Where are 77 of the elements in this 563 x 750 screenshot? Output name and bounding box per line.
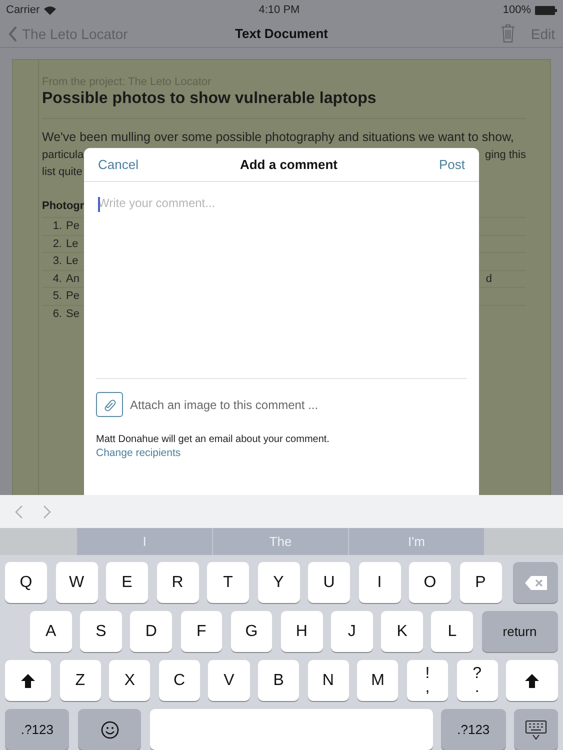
paragraph-text: list quite — [42, 165, 82, 180]
letter-key[interactable]: T — [207, 562, 249, 603]
letter-key[interactable]: X — [109, 660, 150, 701]
punctuation-key[interactable]: ? . — [456, 660, 498, 701]
battery-icon — [534, 6, 557, 14]
list-number: 2. — [52, 236, 63, 252]
letter-key[interactable]: A — [30, 611, 72, 652]
letter-key[interactable]: P — [460, 562, 502, 603]
trash-icon[interactable] — [500, 24, 515, 43]
paragraph-text: We've been mulling over some possible photography and situations we want to show, — [42, 129, 514, 146]
keyboard-icon — [525, 720, 548, 740]
dialog-title: Add a comment — [240, 157, 338, 172]
numbers-key[interactable]: .?123 — [441, 709, 506, 750]
list-number: 4. — [52, 272, 63, 286]
carrier-label: Carrier — [6, 4, 40, 16]
letter-key[interactable]: W — [56, 562, 98, 603]
notification-text: Matt Donahue will get an email about your comment. — [96, 434, 330, 445]
letter-key[interactable]: J — [331, 611, 373, 652]
letter-key[interactable]: N — [308, 660, 349, 701]
attach-button[interactable] — [96, 392, 123, 417]
emoji-key[interactable] — [78, 709, 142, 750]
numbers-key[interactable]: .?123 — [5, 709, 70, 750]
battery-percentage: 100% — [502, 4, 531, 16]
letter-key[interactable]: L — [431, 611, 474, 652]
letter-key[interactable]: Z — [60, 660, 101, 701]
cancel-button[interactable]: Cancel — [98, 157, 138, 172]
hide-keyboard-key[interactable] — [514, 709, 558, 750]
wifi-icon — [44, 6, 56, 14]
letter-key[interactable]: I — [358, 562, 400, 603]
letter-key[interactable]: U — [308, 562, 350, 603]
list-number: 1. — [52, 219, 63, 234]
letter-key[interactable]: Y — [258, 562, 300, 603]
paperclip-icon — [103, 398, 116, 412]
letter-key[interactable]: C — [158, 660, 200, 701]
list-item-text: Se — [66, 306, 80, 322]
section-heading: Photogr — [42, 200, 84, 212]
paragraph-text: ging this — [485, 148, 526, 162]
letter-key[interactable]: O — [409, 562, 451, 603]
letter-key[interactable]: Q — [5, 562, 47, 603]
letter-key[interactable]: E — [106, 562, 148, 603]
list-item-text: Le — [66, 254, 78, 269]
list-number: 6. — [52, 306, 63, 322]
list-item-text: Pe — [66, 219, 80, 234]
backspace-icon — [524, 576, 546, 590]
text-cursor — [98, 197, 100, 212]
letter-key[interactable]: G — [230, 611, 272, 652]
smiley-icon — [100, 720, 119, 738]
list-item-text: An — [66, 272, 80, 286]
document-title: Possible photos to show vulnerable laptops — [42, 90, 526, 119]
letter-key[interactable]: B — [258, 660, 300, 701]
shift-arrow-icon — [524, 672, 540, 688]
list-item-text: Le — [66, 236, 78, 252]
letter-key[interactable]: F — [180, 611, 222, 652]
letter-key[interactable]: H — [280, 611, 323, 652]
paragraph-text: particula — [42, 148, 84, 162]
letter-key[interactable]: D — [130, 611, 172, 652]
return-key[interactable]: return — [482, 611, 558, 652]
letter-key[interactable]: V — [208, 660, 250, 701]
back-chevron-icon — [8, 26, 18, 42]
attach-label[interactable]: Attach an image to this comment ... — [130, 398, 318, 412]
clock: 4:10 PM — [258, 4, 300, 16]
nav-title: Text Document — [235, 26, 328, 41]
change-recipients-link[interactable]: Change recipients — [96, 447, 181, 459]
list-number: 5. — [52, 289, 63, 304]
shift-key[interactable] — [5, 660, 52, 701]
list-number: 3. — [52, 254, 63, 269]
letter-key[interactable]: S — [80, 611, 122, 652]
shift-arrow-icon — [20, 672, 36, 688]
letter-key[interactable]: K — [381, 611, 423, 652]
list-item-text: Pe — [66, 289, 80, 304]
backspace-key[interactable] — [513, 562, 558, 603]
punctuation-key[interactable]: ! , — [406, 660, 448, 701]
list-item-text: d — [486, 272, 493, 286]
shift-key[interactable] — [506, 660, 558, 701]
post-button[interactable]: Post — [438, 157, 465, 172]
letter-key[interactable]: M — [357, 660, 398, 701]
letter-key[interactable]: R — [156, 562, 198, 603]
